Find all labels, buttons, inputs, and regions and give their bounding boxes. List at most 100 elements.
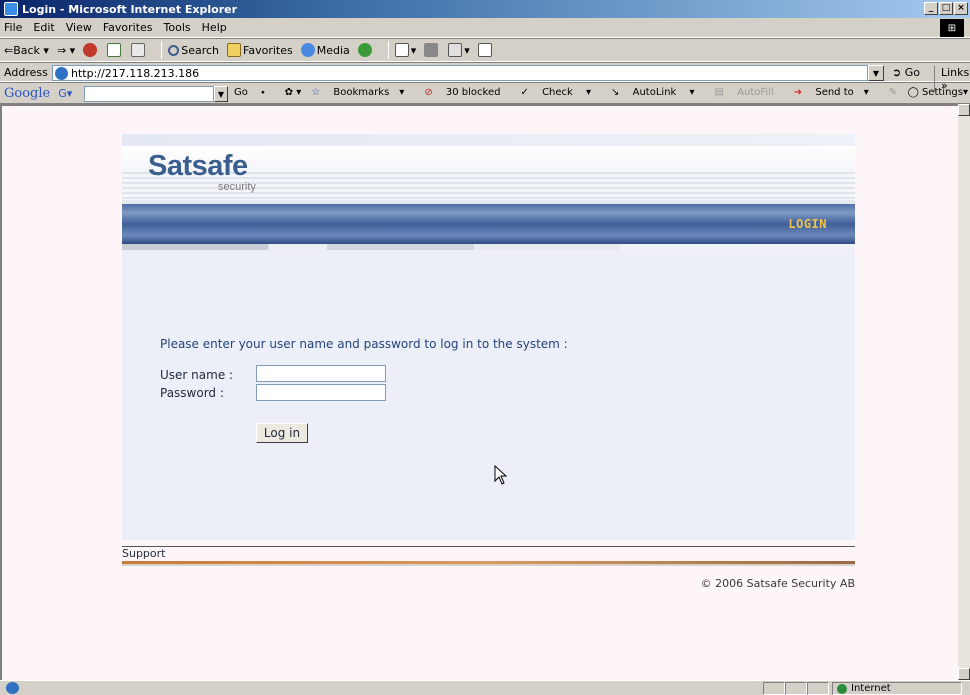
home-icon <box>131 43 146 57</box>
address-dropdown-button[interactable]: ▼ <box>868 65 884 81</box>
login-button[interactable]: Log in <box>256 423 308 443</box>
settings-button[interactable]: ◯ Settings▾ <box>908 87 968 98</box>
google-search-input[interactable] <box>84 86 214 102</box>
menu-edit[interactable]: Edit <box>33 21 54 34</box>
check-label: Check <box>542 87 573 98</box>
media-button[interactable]: Media <box>300 43 350 57</box>
blocked-count: 30 blocked <box>445 87 501 98</box>
scroll-up-button[interactable] <box>958 104 970 116</box>
address-input[interactable]: http://217.118.213.186 <box>52 65 868 81</box>
settings-icon: ◯ <box>907 87 919 98</box>
chevron-down-icon: ▾ <box>39 43 49 57</box>
highlight-icon[interactable]: ✎ <box>889 87 897 98</box>
zone-label: Internet <box>851 683 891 694</box>
sendto-button[interactable]: ➜ Send to ▾ <box>794 87 879 98</box>
login-panel: Please enter your user name and password… <box>122 250 855 540</box>
ie-page-icon <box>55 66 68 80</box>
close-button[interactable]: × <box>954 2 968 15</box>
discuss-button[interactable] <box>477 43 494 57</box>
links-label: Links <box>941 66 970 79</box>
header-top-strip <box>122 134 855 146</box>
page-status-icon <box>6 682 19 694</box>
edit-button[interactable]: ▾ <box>448 43 470 57</box>
chevron-down-icon: ▾ <box>66 43 76 57</box>
chevron-down-icon: ▾ <box>689 87 695 98</box>
google-search-dropdown[interactable]: ▼ <box>214 86 228 102</box>
address-url: http://217.118.213.186 <box>71 66 200 80</box>
back-arrow-icon: ⇐ <box>4 43 14 57</box>
print-button[interactable] <box>424 43 440 57</box>
header-logo-area: Satsafe security <box>122 146 855 204</box>
brand-subtitle: security <box>218 181 256 193</box>
go-button[interactable]: ➲ Go <box>892 66 920 79</box>
menu-view[interactable]: View <box>66 21 92 34</box>
browser-viewport: Satsafe security LOGIN Please enter your… <box>0 104 958 680</box>
scroll-down-button[interactable] <box>958 668 970 680</box>
address-bar: Address http://217.118.213.186 ▼ ➲ Go Li… <box>0 62 970 92</box>
bookmarks-label: Bookmarks <box>333 87 390 98</box>
window-title-bar: Login - Microsoft Internet Explorer _ □ … <box>0 0 970 18</box>
login-prompt: Please enter your user name and password… <box>160 337 568 351</box>
password-label: Password : <box>160 386 224 400</box>
favorites-icon <box>227 43 242 57</box>
discuss-icon <box>477 43 492 57</box>
popup-blocked-icon: ⊘ <box>424 87 433 98</box>
autofill-icon: ▤ <box>714 87 724 98</box>
windows-logo-icon: ⊞ <box>940 19 964 37</box>
media-icon <box>300 43 315 57</box>
menu-help[interactable]: Help <box>202 21 227 34</box>
back-label: Back <box>13 43 40 57</box>
chevron-down-icon: ▾ <box>586 87 592 98</box>
mouse-cursor-icon <box>494 465 508 485</box>
minimize-button[interactable]: _ <box>924 2 938 15</box>
menu-favorites[interactable]: Favorites <box>103 21 153 34</box>
mail-icon <box>394 43 409 57</box>
password-input[interactable] <box>256 384 386 401</box>
sendto-icon: ➜ <box>793 87 803 98</box>
back-button[interactable]: ⇐ Back ▾ <box>4 44 49 57</box>
autolink-icon: ↘ <box>611 87 620 98</box>
support-link[interactable]: Support <box>122 547 855 561</box>
popup-icon[interactable]: ✿ ▾ <box>285 87 302 98</box>
chevron-down-icon: ▾ <box>410 43 417 57</box>
google-go-button[interactable]: Go ⬩ <box>234 87 275 98</box>
brand-logo[interactable]: Satsafe <box>148 150 248 183</box>
username-label: User name : <box>160 368 234 382</box>
home-button[interactable] <box>131 43 147 57</box>
forward-button[interactable]: ⇒ ▾ <box>57 44 75 57</box>
status-pane <box>763 682 785 695</box>
autolink-button[interactable]: ↘ AutoLink ▾ <box>611 87 705 98</box>
maximize-button[interactable]: □ <box>939 2 953 15</box>
popup-blocker-button[interactable]: ⊘ 30 blocked <box>424 87 510 98</box>
spell-check-button[interactable]: ✓ Check ▾ <box>520 87 601 98</box>
mail-button[interactable]: ▾ <box>394 43 417 57</box>
star-icon: ☆ <box>311 87 321 98</box>
google-g-dropdown-icon[interactable]: G▾ <box>58 87 72 100</box>
chevron-down-icon: ▾ <box>863 87 869 98</box>
search-button[interactable]: Search <box>168 44 219 57</box>
internet-globe-icon <box>837 683 847 694</box>
spellcheck-icon: ✓ <box>520 87 529 98</box>
vertical-scrollbar[interactable] <box>958 104 970 680</box>
media-label: Media <box>316 43 350 57</box>
favorites-button[interactable]: Favorites <box>227 43 293 57</box>
autofill-button[interactable]: ▤ AutoFill <box>715 87 784 98</box>
username-input[interactable] <box>256 365 386 382</box>
google-logo[interactable]: Google <box>4 86 50 101</box>
settings-label: Settings <box>921 87 963 98</box>
go-arrow-icon: ➲ <box>892 66 902 79</box>
menu-file[interactable]: File <box>4 21 22 34</box>
nav-login-link[interactable]: LOGIN <box>788 217 827 231</box>
chevron-down-icon: ▾ <box>464 43 470 57</box>
refresh-button[interactable] <box>107 43 123 57</box>
bookmarks-button[interactable]: ☆ Bookmarks ▾ <box>311 87 414 98</box>
status-pane <box>785 682 807 695</box>
window-controls: _ □ × <box>924 2 968 15</box>
stop-button[interactable] <box>83 43 99 57</box>
history-button[interactable] <box>357 43 374 57</box>
google-go-icon: ⬩ <box>261 87 265 98</box>
edit-icon <box>448 43 463 57</box>
nav-band: LOGIN <box>122 204 855 244</box>
menu-tools[interactable]: Tools <box>164 21 191 34</box>
page-container: Satsafe security LOGIN Please enter your… <box>122 134 855 590</box>
